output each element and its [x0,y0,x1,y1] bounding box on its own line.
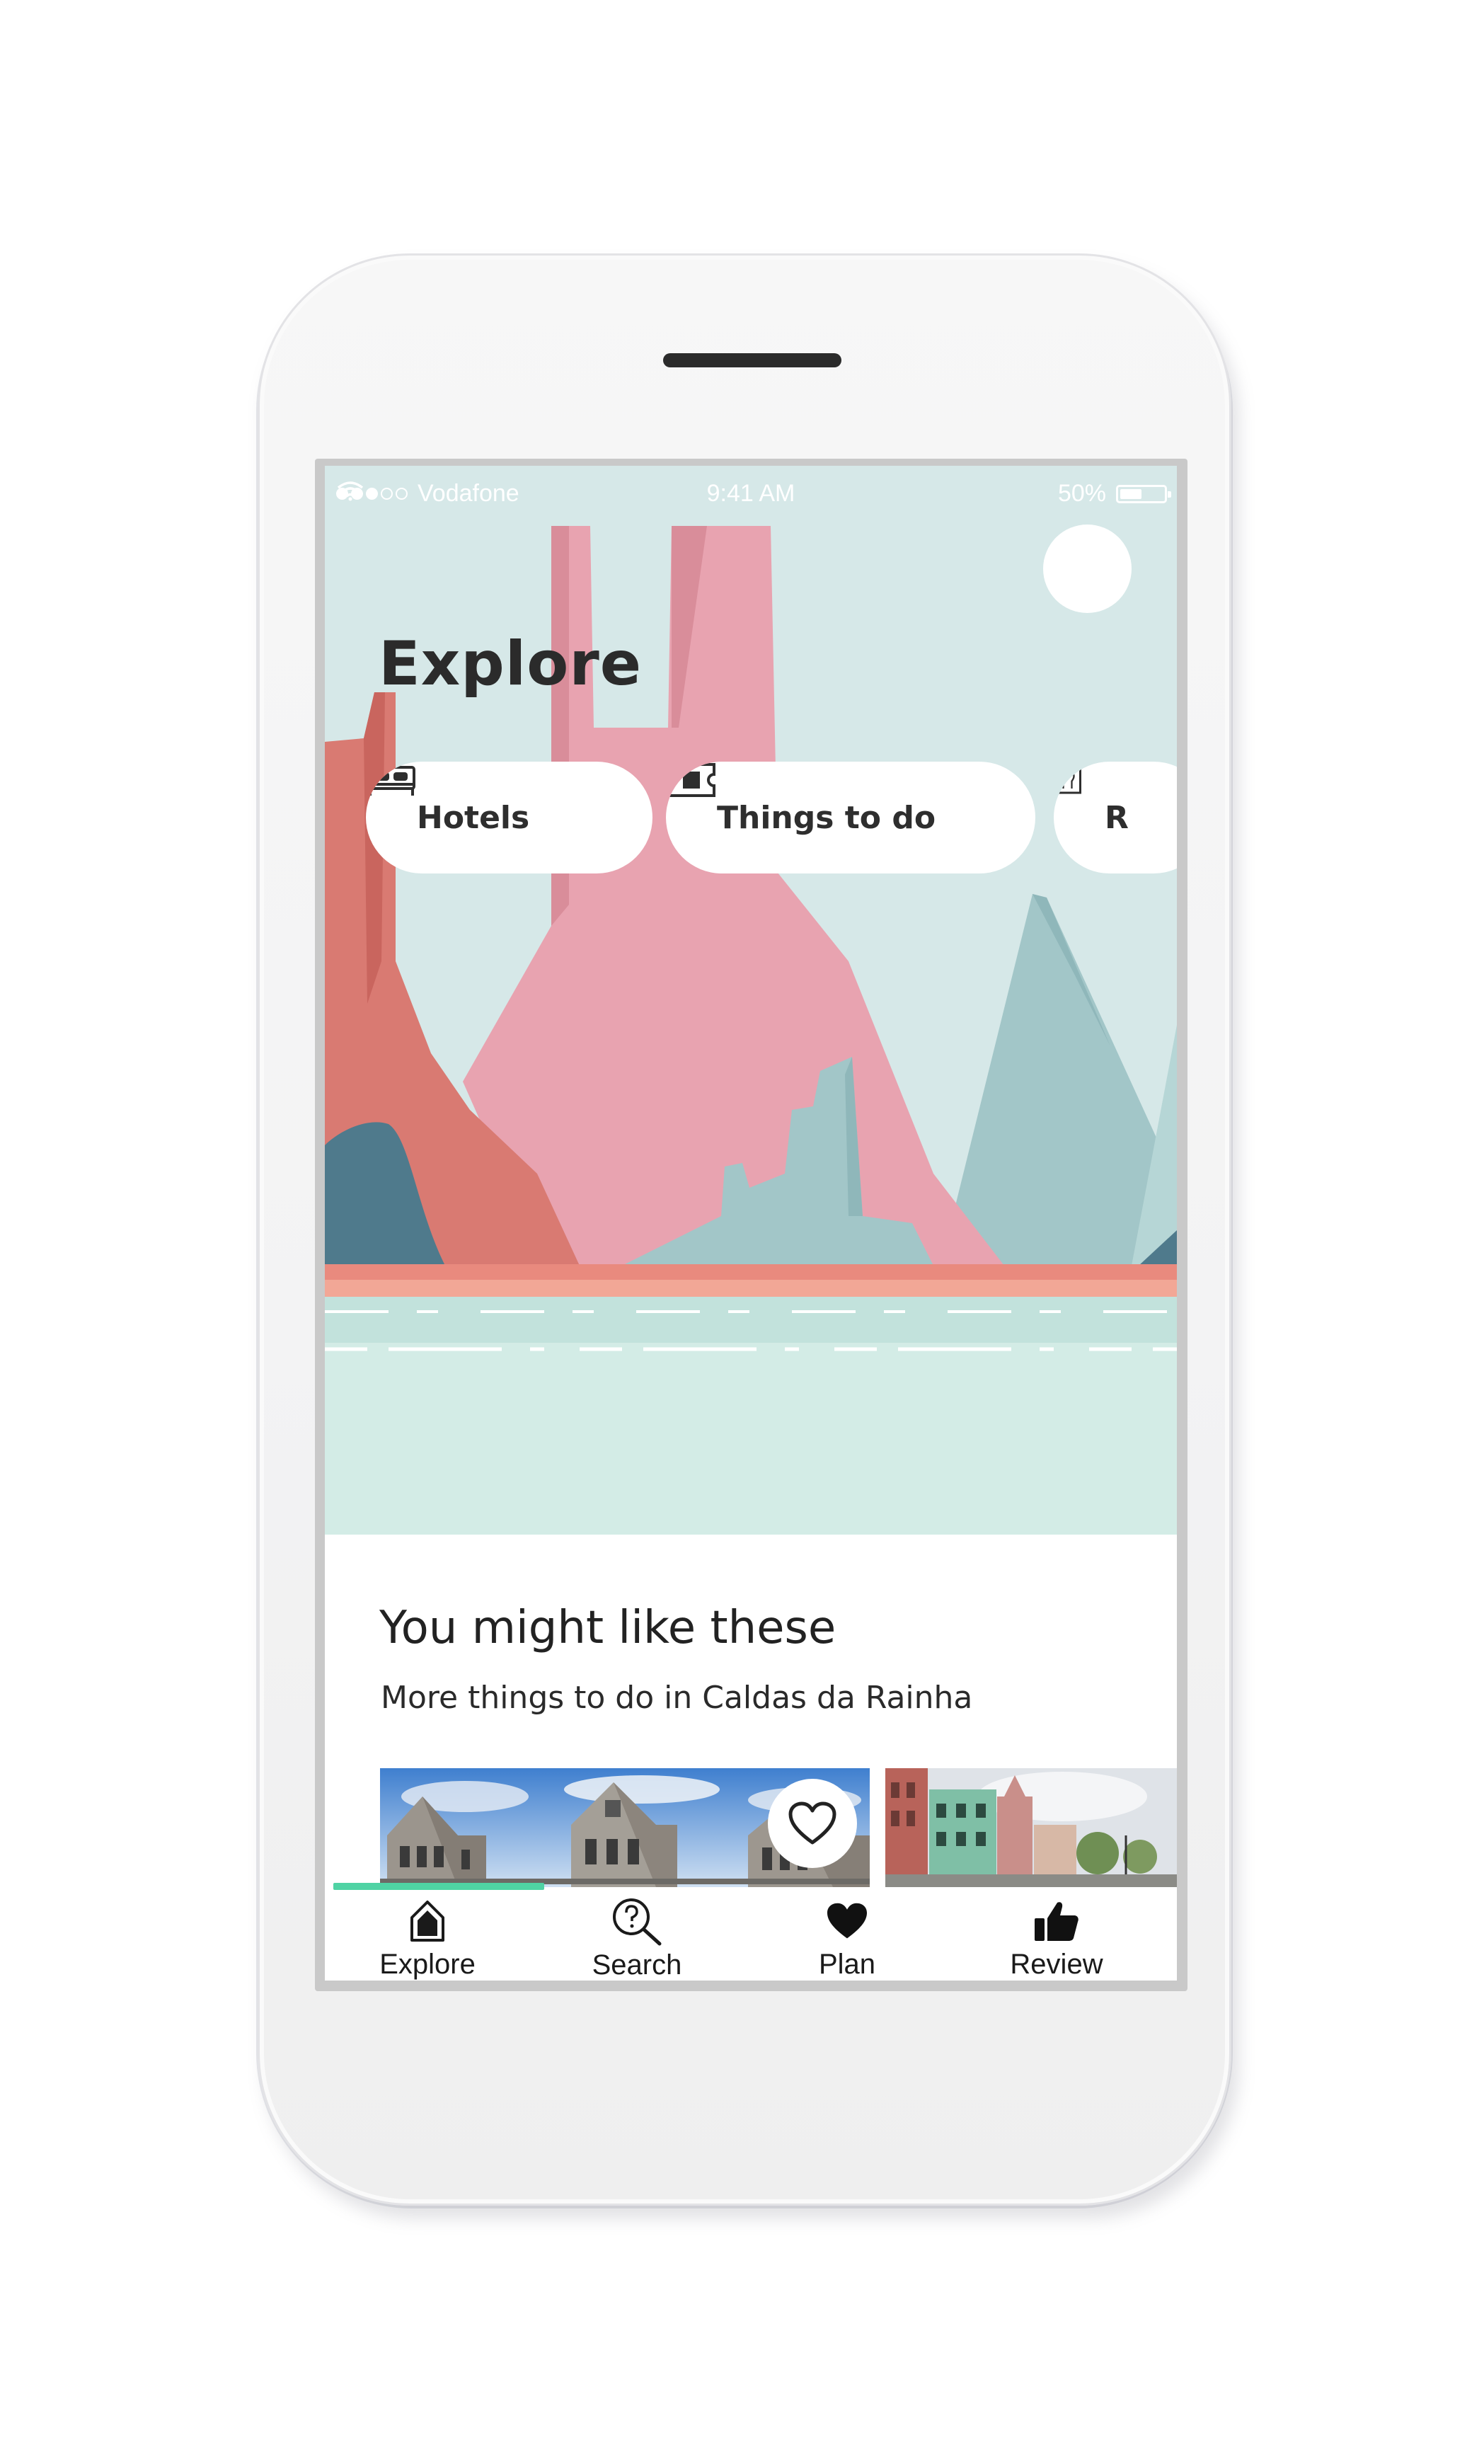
tab-plan[interactable]: Plan [755,1896,939,1981]
phone-speaker [663,353,841,367]
section-title: You might like these [379,1602,836,1654]
tab-label: Review [1010,1949,1103,1980]
tab-label: Search [592,1949,682,1981]
tab-search[interactable]: Search [545,1896,729,1981]
search-icon [613,1898,662,1946]
home-icon [410,1900,444,1942]
content-layer: You might like these More things to do i… [325,466,1177,1981]
recommendation-card-2[interactable] [885,1768,1177,1887]
stage: Vodafone 9:41 AM 50% Explore Hotels Thin… [0,0,1484,2464]
heart-outline-icon [788,1801,836,1845]
active-tab-indicator [333,1883,544,1890]
favorite-button[interactable] [768,1779,857,1868]
tab-label: Plan [818,1949,876,1980]
tab-explore[interactable]: Explore [335,1896,519,1981]
section-subtitle: More things to do in Caldas da Rainha [381,1680,973,1716]
thumbs-up-icon [1035,1901,1079,1941]
heart-icon [827,1903,867,1938]
street-photo [885,1768,1177,1887]
tab-review[interactable]: Review [965,1896,1149,1981]
tab-label: Explore [379,1949,476,1980]
